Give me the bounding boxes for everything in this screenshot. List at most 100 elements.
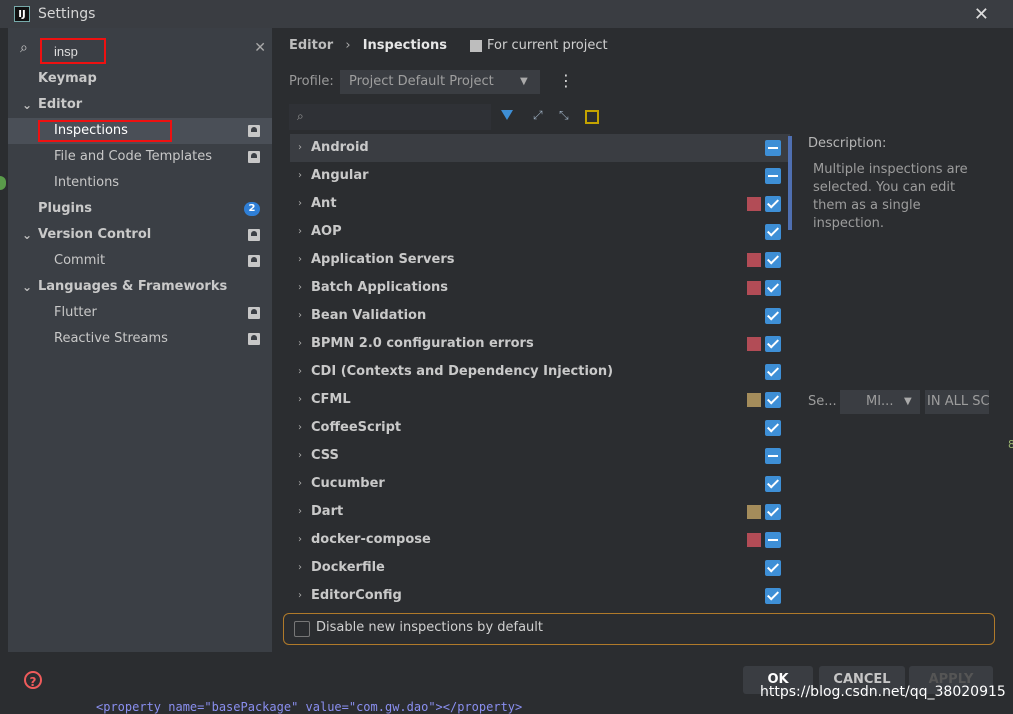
sidebar-item-commit[interactable]: Commit (8, 248, 272, 274)
inspection-row[interactable]: › BPMN 2.0 configuration errors (290, 330, 790, 358)
sidebar-item-editor[interactable]: ⌄ Editor (8, 92, 272, 118)
inspection-row[interactable]: › Android (290, 134, 790, 162)
inspection-row[interactable]: › Dart (290, 498, 790, 526)
search-input[interactable] (40, 38, 106, 64)
more-options-icon[interactable]: ⋮ (558, 73, 574, 89)
inspection-row[interactable]: › docker-compose (290, 526, 790, 554)
inspection-row[interactable]: › Batch Applications (290, 274, 790, 302)
inspection-checkbox[interactable] (765, 560, 781, 576)
scrollbar-thumb[interactable] (788, 136, 792, 230)
help-icon[interactable]: ? (24, 671, 42, 689)
inspection-row[interactable]: › CoffeeScript (290, 414, 790, 442)
chevron-right-icon[interactable]: › (298, 134, 302, 162)
profile-select[interactable]: Project Default Project (340, 70, 540, 94)
chevron-right-icon[interactable]: › (298, 498, 302, 526)
severity-color-swatch (747, 253, 761, 267)
chevron-down-icon[interactable]: ▼ (904, 396, 912, 407)
inspection-checkbox[interactable] (765, 308, 781, 324)
inspection-checkbox[interactable] (765, 588, 781, 604)
inspection-row[interactable]: › AOP (290, 218, 790, 246)
inspection-checkbox[interactable] (765, 336, 781, 352)
inspection-row[interactable]: › Ant (290, 190, 790, 218)
chevron-right-icon[interactable]: › (298, 330, 302, 358)
close-icon[interactable]: ✕ (974, 4, 989, 25)
inspection-checkbox[interactable] (765, 168, 781, 184)
settings-search: ⌕ ✕ (20, 36, 266, 64)
reset-icon[interactable] (585, 110, 599, 124)
inspection-row[interactable]: › CDI (Contexts and Dependency Injection) (290, 358, 790, 386)
inspection-checkbox[interactable] (765, 420, 781, 436)
sidebar-item-reactive-streams[interactable]: Reactive Streams (8, 326, 272, 352)
profile-label: Profile: (289, 74, 334, 89)
scope-select[interactable]: IN ALL SC (925, 390, 989, 414)
inspection-checkbox[interactable] (765, 392, 781, 408)
clear-search-icon[interactable]: ✕ (254, 40, 266, 56)
chevron-down-icon[interactable]: ⌄ (22, 92, 32, 118)
inspections-search-input[interactable]: ⌕ (289, 104, 491, 130)
disable-new-inspections-checkbox[interactable] (294, 621, 310, 637)
inspection-checkbox[interactable] (765, 280, 781, 296)
inspection-checkbox[interactable] (765, 196, 781, 212)
inspection-row[interactable]: › Cucumber (290, 470, 790, 498)
severity-color-swatch (747, 393, 761, 407)
inspection-row[interactable]: › CSS (290, 442, 790, 470)
breadcrumb-parent[interactable]: Editor (289, 38, 333, 53)
chevron-down-icon[interactable]: ⌄ (22, 274, 32, 300)
inspection-checkbox[interactable] (765, 476, 781, 492)
inspection-row[interactable]: › EditorConfig (290, 582, 790, 610)
chevron-right-icon[interactable]: › (298, 554, 302, 582)
inspection-checkbox[interactable] (765, 448, 781, 464)
inspection-checkbox[interactable] (765, 224, 781, 240)
chevron-right-icon[interactable]: › (298, 302, 302, 330)
chevron-right-icon[interactable]: › (298, 162, 302, 190)
inspection-row[interactable]: › Dockerfile (290, 554, 790, 582)
chevron-right-icon[interactable]: › (298, 414, 302, 442)
disable-new-inspections-option[interactable]: Disable new inspections by default (283, 613, 995, 645)
chevron-right-icon[interactable]: › (298, 218, 302, 246)
chevron-right-icon[interactable]: › (298, 470, 302, 498)
sidebar-item-flutter[interactable]: Flutter (8, 300, 272, 326)
sidebar-item-languages-frameworks[interactable]: ⌄ Languages & Frameworks (8, 274, 272, 300)
inspection-row[interactable]: › Bean Validation (290, 302, 790, 330)
inspection-label: CDI (Contexts and Dependency Injection) (311, 364, 614, 379)
collapse-all-icon[interactable]: ⤡ (559, 108, 569, 123)
sidebar-item-intentions[interactable]: Intentions (8, 170, 272, 196)
settings-tree: Keymap ⌄ Editor Inspections File and Cod… (8, 66, 272, 352)
inspections-filter-bar: ⌕ ⤢ ⤡ (289, 104, 603, 130)
chevron-right-icon[interactable]: › (298, 582, 302, 610)
chevron-right-icon[interactable]: › (298, 526, 302, 554)
chevron-right-icon[interactable]: › (298, 246, 302, 274)
inspection-label: BPMN 2.0 configuration errors (311, 336, 534, 351)
watermark-text: https://blog.csdn.net/qq_38020915 (760, 684, 1006, 700)
inspection-checkbox[interactable] (765, 140, 781, 156)
chevron-right-icon[interactable]: › (298, 442, 302, 470)
sidebar-item-plugins[interactable]: Plugins 2 (8, 196, 272, 222)
inspection-label: CSS (311, 448, 339, 463)
expand-all-icon[interactable]: ⤢ (533, 108, 543, 123)
inspection-label: EditorConfig (311, 588, 402, 603)
sidebar-item-keymap[interactable]: Keymap (8, 66, 272, 92)
inspections-tree: › Android › Angular › Ant › AOP › Application Ser… (290, 134, 790, 610)
inspection-row[interactable]: › CFML (290, 386, 790, 414)
inspection-checkbox[interactable] (765, 252, 781, 268)
chevron-right-icon[interactable]: › (298, 358, 302, 386)
sidebar-item-version-control[interactable]: ⌄ Version Control (8, 222, 272, 248)
background-gutter-marker: 8 (1008, 438, 1013, 451)
chevron-down-icon[interactable]: ▼ (520, 76, 528, 87)
sidebar-item-inspections[interactable]: Inspections (8, 118, 272, 144)
inspection-label: Angular (311, 168, 369, 183)
inspection-checkbox[interactable] (765, 504, 781, 520)
search-icon: ⌕ (297, 109, 304, 123)
sidebar-item-label: Version Control (38, 227, 152, 242)
chevron-down-icon[interactable]: ⌄ (22, 222, 32, 248)
filter-icon[interactable] (501, 110, 513, 120)
chevron-right-icon[interactable]: › (298, 190, 302, 218)
inspection-checkbox[interactable] (765, 532, 781, 548)
inspection-row[interactable]: › Angular (290, 162, 790, 190)
sidebar-item-label: Languages & Frameworks (38, 279, 228, 294)
sidebar-item-file-and-code-templates[interactable]: File and Code Templates (8, 144, 272, 170)
inspection-row[interactable]: › Application Servers (290, 246, 790, 274)
inspection-checkbox[interactable] (765, 364, 781, 380)
chevron-right-icon[interactable]: › (298, 386, 302, 414)
chevron-right-icon[interactable]: › (298, 274, 302, 302)
